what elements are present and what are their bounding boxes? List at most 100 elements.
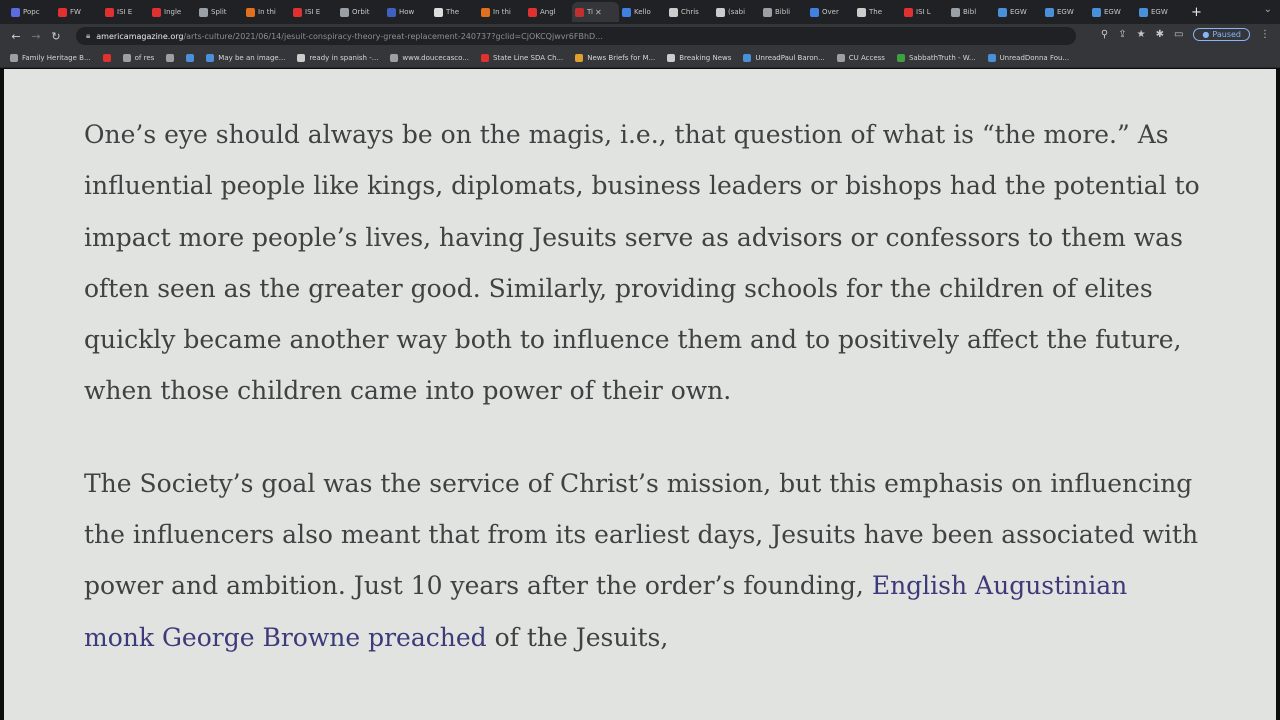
- bookmark-item[interactable]: [166, 53, 175, 62]
- browser-tab[interactable]: Orbit: [337, 2, 384, 22]
- bookmark-label: of res: [134, 53, 155, 62]
- new-tab-button[interactable]: +: [1191, 5, 1202, 20]
- bookmark-label: Breaking News: [679, 53, 732, 62]
- tab-label: Over: [822, 8, 839, 16]
- bookmark-item[interactable]: State Line SDA Ch...: [480, 53, 564, 62]
- tab-search-icon[interactable]: ⌄: [1264, 4, 1272, 15]
- profile-avatar-icon: ●: [1202, 30, 1210, 39]
- browser-tab[interactable]: Popc: [8, 2, 55, 22]
- tab-label: Split: [211, 8, 227, 16]
- browser-tab[interactable]: Bibli: [760, 2, 807, 22]
- browser-tab[interactable]: In thi: [243, 2, 290, 22]
- tab-favicon-icon: [622, 7, 631, 17]
- tab-favicon-icon: [1092, 7, 1101, 17]
- tab-label: Chris: [681, 8, 699, 16]
- browser-tab[interactable]: Kello: [619, 2, 666, 22]
- bookmark-item[interactable]: ready in spanish -...: [297, 53, 378, 62]
- browser-tab[interactable]: ISI L: [901, 2, 948, 22]
- bookmark-item[interactable]: [186, 53, 195, 62]
- tab-label: In thi: [258, 8, 276, 16]
- tab-favicon-icon: [293, 7, 302, 17]
- address-bar[interactable]: 🔒︎ americamagazine.org /arts-culture/202…: [76, 27, 1076, 45]
- browser-tab[interactable]: Bibl: [948, 2, 995, 22]
- zoom-icon[interactable]: ⚲: [1101, 29, 1108, 40]
- tab-favicon-icon: [904, 7, 913, 17]
- bookmarks-bar: Family Heritage B... of res May be an imag…: [0, 48, 1280, 68]
- bookmark-item[interactable]: Breaking News: [667, 53, 732, 62]
- reading-list-icon[interactable]: ▭: [1174, 29, 1183, 40]
- bookmark-favicon-icon: [896, 53, 905, 62]
- forward-icon[interactable]: →: [26, 30, 46, 43]
- browser-tab[interactable]: The: [854, 2, 901, 22]
- browser-tab[interactable]: How: [384, 2, 431, 22]
- bookmark-favicon-icon: [667, 53, 676, 62]
- browser-tab[interactable]: (sabi: [713, 2, 760, 22]
- bookmark-item[interactable]: UnreadPaul Baron...: [743, 53, 825, 62]
- tab-favicon-icon: [246, 7, 255, 17]
- bookmark-label: SabbathTruth - W...: [908, 53, 976, 62]
- bookmark-item[interactable]: UnreadDonna Fou...: [987, 53, 1070, 62]
- bookmark-item[interactable]: www.doucecasco...: [390, 53, 469, 62]
- browser-tab[interactable]: ISI E: [102, 2, 149, 22]
- bookmark-item[interactable]: CU Access: [836, 53, 885, 62]
- browser-tab[interactable]: Chris: [666, 2, 713, 22]
- tab-favicon-icon: [11, 7, 20, 17]
- tab-label: FW: [70, 8, 81, 16]
- browser-tab[interactable]: ISI E: [290, 2, 337, 22]
- bookmark-favicon-icon: [836, 53, 845, 62]
- browser-tab[interactable]: EGW: [1042, 2, 1089, 22]
- bookmark-favicon-icon: [743, 53, 752, 62]
- bookmark-star-icon[interactable]: ★: [1137, 29, 1146, 40]
- bookmark-label: UnreadDonna Fou...: [999, 53, 1070, 62]
- browser-tab[interactable]: Over: [807, 2, 854, 22]
- browser-tab[interactable]: Ti ✕: [572, 2, 619, 22]
- browser-tab[interactable]: EGW: [995, 2, 1042, 22]
- extensions-icon[interactable]: ✱: [1156, 29, 1164, 40]
- bookmark-favicon-icon: [102, 53, 111, 62]
- menu-icon[interactable]: ⋮: [1260, 29, 1270, 40]
- back-icon[interactable]: ←: [6, 30, 26, 43]
- tab-favicon-icon: [152, 7, 161, 17]
- tab-favicon-icon: [575, 7, 584, 17]
- reload-icon[interactable]: ↻: [46, 30, 66, 43]
- browser-tab[interactable]: EGW: [1089, 2, 1136, 22]
- tab-favicon-icon: [810, 7, 819, 17]
- toolbar-actions: ⚲ ⇪ ★ ✱ ▭ ● Paused ⋮: [1101, 28, 1270, 41]
- tab-label: Ingle: [164, 8, 182, 16]
- bookmark-item[interactable]: SabbathTruth - W...: [896, 53, 976, 62]
- bookmark-favicon-icon: [390, 53, 399, 62]
- tab-favicon-icon: [58, 7, 67, 17]
- tab-favicon-icon: [199, 7, 208, 17]
- tab-close-icon[interactable]: ✕: [595, 8, 602, 17]
- bookmark-item[interactable]: Family Heritage B...: [10, 53, 91, 62]
- browser-tab[interactable]: FW: [55, 2, 102, 22]
- bookmark-item[interactable]: News Briefs for M...: [575, 53, 655, 62]
- address-host: americamagazine.org: [96, 31, 184, 41]
- browser-tab[interactable]: Ingle: [149, 2, 196, 22]
- bookmark-item[interactable]: [102, 53, 111, 62]
- tab-label: ISI E: [305, 8, 321, 16]
- tab-label: Kello: [634, 8, 651, 16]
- tab-favicon-icon: [763, 7, 772, 17]
- tab-label: Orbit: [352, 8, 370, 16]
- bookmark-label: May be an image...: [218, 53, 286, 62]
- bookmark-item[interactable]: of res: [122, 53, 155, 62]
- browser-tab[interactable]: In thi: [478, 2, 525, 22]
- browser-toolbar: ← → ↻ 🔒︎ americamagazine.org /arts-cultu…: [0, 24, 1280, 48]
- browser-tab[interactable]: Angl: [525, 2, 572, 22]
- browser-tab[interactable]: The: [431, 2, 478, 22]
- bookmark-label: State Line SDA Ch...: [492, 53, 564, 62]
- tab-label: Ti: [587, 8, 594, 16]
- browser-tab[interactable]: Split: [196, 2, 243, 22]
- profile-paused-button[interactable]: ● Paused: [1193, 28, 1250, 41]
- tab-label: Popc: [23, 8, 40, 16]
- tab-favicon-icon: [434, 7, 443, 17]
- bookmark-favicon-icon: [480, 53, 489, 62]
- tab-favicon-icon: [528, 7, 537, 17]
- tab-favicon-icon: [481, 7, 490, 17]
- tab-favicon-icon: [105, 7, 114, 17]
- share-icon[interactable]: ⇪: [1118, 29, 1126, 40]
- bookmark-item[interactable]: May be an image...: [206, 53, 286, 62]
- browser-tab[interactable]: EGW: [1136, 2, 1183, 22]
- paragraph-text: of the Jesuits,: [486, 622, 669, 652]
